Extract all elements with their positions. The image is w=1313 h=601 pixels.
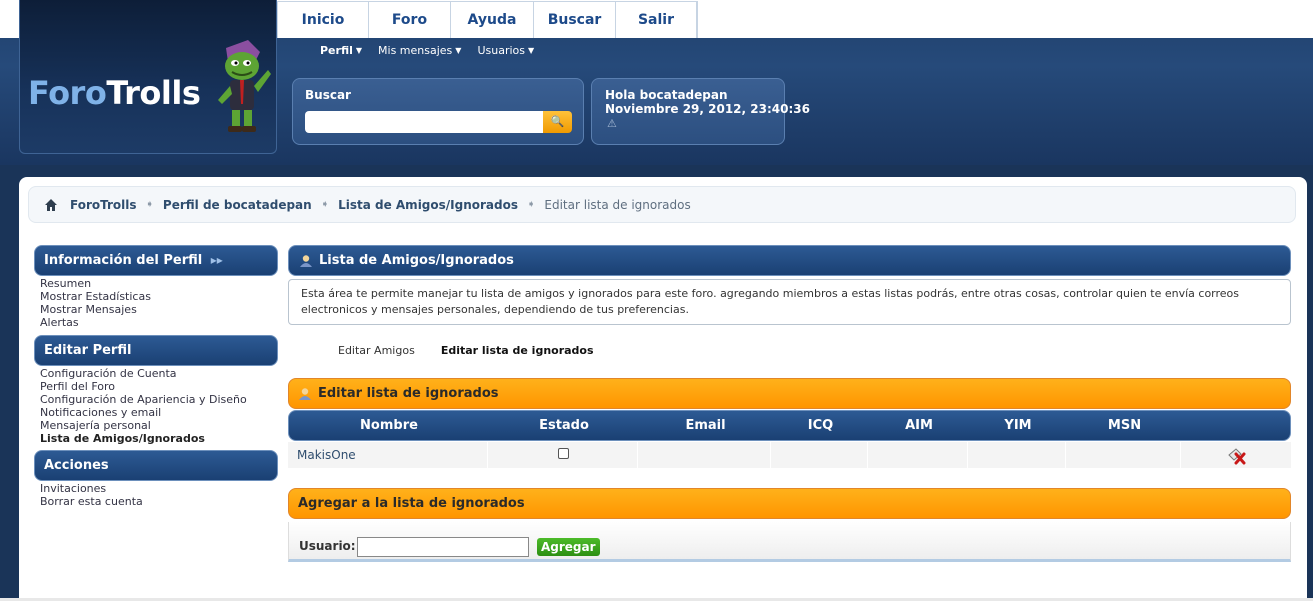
column-msn[interactable]: MSN <box>1067 411 1182 440</box>
main-title-bar: Lista de Amigos/Ignorados <box>288 245 1291 276</box>
breadcrumb: ForoTrolls ➧ Perfil de bocatadepan ➧ Lis… <box>28 186 1296 223</box>
nav-salir[interactable]: Salir <box>616 2 697 38</box>
breadcrumb-perfil[interactable]: Perfil de bocatadepan <box>163 198 312 212</box>
column-email[interactable]: Email <box>639 411 772 440</box>
column-icq[interactable]: ICQ <box>772 411 869 440</box>
sidebar-links-info-perfil: Resumen Mostrar Estadísticas Mostrar Men… <box>40 277 151 329</box>
sidebar-item-estadisticas[interactable]: Mostrar Estadísticas <box>40 290 151 303</box>
table-header: Nombre Estado Email ICQ AIM YIM MSN <box>288 410 1291 441</box>
table-row: MakisOne <box>288 442 1291 468</box>
subnav-usuarios[interactable]: Usuarios ▼ <box>477 44 534 57</box>
sidebar-header-acciones[interactable]: Acciones <box>34 450 278 481</box>
column-yim[interactable]: YIM <box>969 411 1067 440</box>
double-chevron-right-icon: ▸▸ <box>210 253 223 267</box>
remove-user-icon[interactable] <box>1227 447 1247 465</box>
home-icon[interactable] <box>44 198 58 212</box>
nav-inicio[interactable]: Inicio <box>278 2 369 38</box>
user-greeting: Hola bocatadepan <box>605 88 728 102</box>
breadcrumb-forotrolls[interactable]: ForoTrolls <box>70 198 137 212</box>
search-input[interactable] <box>305 111 545 133</box>
row-estado-checkbox[interactable] <box>558 448 569 459</box>
info-description: Esta área te permite manejar tu lista de… <box>288 279 1291 325</box>
search-button[interactable]: 🔍 <box>543 111 572 133</box>
site-logo[interactable]: ForoTrolls <box>19 0 277 154</box>
sidebar-item-mensajes[interactable]: Mostrar Mensajes <box>40 303 151 316</box>
tab-bar: Editar Amigos Editar lista de ignorados <box>338 344 594 357</box>
sidebar-item-apariencia[interactable]: Configuración de Apariencia y Diseño <box>40 393 247 406</box>
sidebar-item-notificaciones[interactable]: Notificaciones y email <box>40 406 247 419</box>
user-icon <box>299 387 311 400</box>
breadcrumb-separator-icon: ➧ <box>527 199 536 210</box>
sidebar-item-perfil-foro[interactable]: Perfil del Foro <box>40 380 247 393</box>
breadcrumb-separator-icon: ➧ <box>145 199 154 210</box>
chevron-down-icon: ▼ <box>455 46 462 55</box>
main-navigation: Inicio Foro Ayuda Buscar Salir <box>277 1 698 38</box>
warning-icon[interactable]: ⚠ <box>607 117 617 130</box>
user-info-panel: Hola bocatadepan Noviembre 29, 2012, 23:… <box>591 78 810 145</box>
edit-ignored-title: Editar lista de ignorados <box>318 386 499 401</box>
row-cell-yim <box>968 442 1066 468</box>
main-title: Lista de Amigos/Ignorados <box>319 253 514 268</box>
agregar-button[interactable]: Agregar <box>537 538 600 556</box>
content-area: ForoTrolls ➧ Perfil de bocatadepan ➧ Lis… <box>19 177 1307 601</box>
troll-mascot-icon <box>218 40 271 132</box>
column-aim[interactable]: AIM <box>869 411 969 440</box>
tab-editar-ignorados[interactable]: Editar lista de ignorados <box>441 344 594 357</box>
sidebar-item-invitaciones[interactable]: Invitaciones <box>40 482 143 495</box>
search-label: Buscar <box>305 88 351 102</box>
row-cell-msn <box>1066 442 1181 468</box>
sidebar-links-acciones: Invitaciones Borrar esta cuenta <box>40 482 143 508</box>
user-icon <box>300 254 312 267</box>
sidebar-header-editar-perfil[interactable]: Editar Perfil <box>34 335 278 366</box>
add-ignored-title-bar: Agregar a la lista de ignorados <box>288 488 1291 519</box>
row-cell-icq <box>771 442 868 468</box>
usuario-label: Usuario: <box>299 539 356 553</box>
add-ignored-title: Agregar a la lista de ignorados <box>298 496 525 511</box>
row-cell-aim <box>868 442 968 468</box>
subnav-perfil[interactable]: Perfil ▼ <box>320 44 362 57</box>
chevron-down-icon: ▼ <box>528 46 535 55</box>
row-cell-email <box>638 442 771 468</box>
sidebar-header-info-perfil[interactable]: Información del Perfil ▸▸ <box>34 245 278 276</box>
site-header: ForoTrolls Inicio Foro Ayuda Buscar Sali… <box>0 0 1313 165</box>
subnav-mis-mensajes[interactable]: Mis mensajes ▼ <box>378 44 461 57</box>
sidebar-links-editar-perfil: Configuración de Cuenta Perfil del Foro … <box>40 367 247 445</box>
current-datetime: Noviembre 29, 2012, 23:40:36 <box>605 102 810 116</box>
sub-navigation: Perfil ▼ Mis mensajes ▼ Usuarios ▼ <box>320 44 534 57</box>
sidebar-item-borrar-cuenta[interactable]: Borrar esta cuenta <box>40 495 143 508</box>
usuario-input[interactable] <box>357 537 529 557</box>
column-estado[interactable]: Estado <box>489 411 639 440</box>
add-ignored-form: Usuario: Agregar <box>288 522 1291 562</box>
nav-buscar[interactable]: Buscar <box>534 2 616 38</box>
tab-editar-amigos[interactable]: Editar Amigos <box>338 344 415 357</box>
breadcrumb-lista[interactable]: Lista de Amigos/Ignorados <box>338 198 518 212</box>
column-nombre[interactable]: Nombre <box>289 411 489 440</box>
nav-foro[interactable]: Foro <box>369 2 451 38</box>
row-name-link[interactable]: MakisOne <box>288 442 488 468</box>
breadcrumb-separator-icon: ➧ <box>320 199 330 210</box>
edit-ignored-title-bar: Editar lista de ignorados <box>288 378 1291 409</box>
nav-ayuda[interactable]: Ayuda <box>451 2 534 38</box>
sidebar-item-mensajeria[interactable]: Mensajería personal <box>40 419 247 432</box>
breadcrumb-current: Editar lista de ignorados <box>544 197 691 212</box>
search-icon: 🔍 <box>550 115 565 128</box>
sidebar-item-configuracion-cuenta[interactable]: Configuración de Cuenta <box>40 367 247 380</box>
sidebar-item-alertas[interactable]: Alertas <box>40 316 151 329</box>
logo-text: ForoTrolls <box>28 74 201 112</box>
sidebar-item-amigos-ignorados[interactable]: Lista de Amigos/Ignorados <box>40 432 247 445</box>
search-panel: Buscar 🔍 <box>292 78 584 145</box>
sidebar-item-resumen[interactable]: Resumen <box>40 277 151 290</box>
chevron-down-icon: ▼ <box>355 46 363 55</box>
